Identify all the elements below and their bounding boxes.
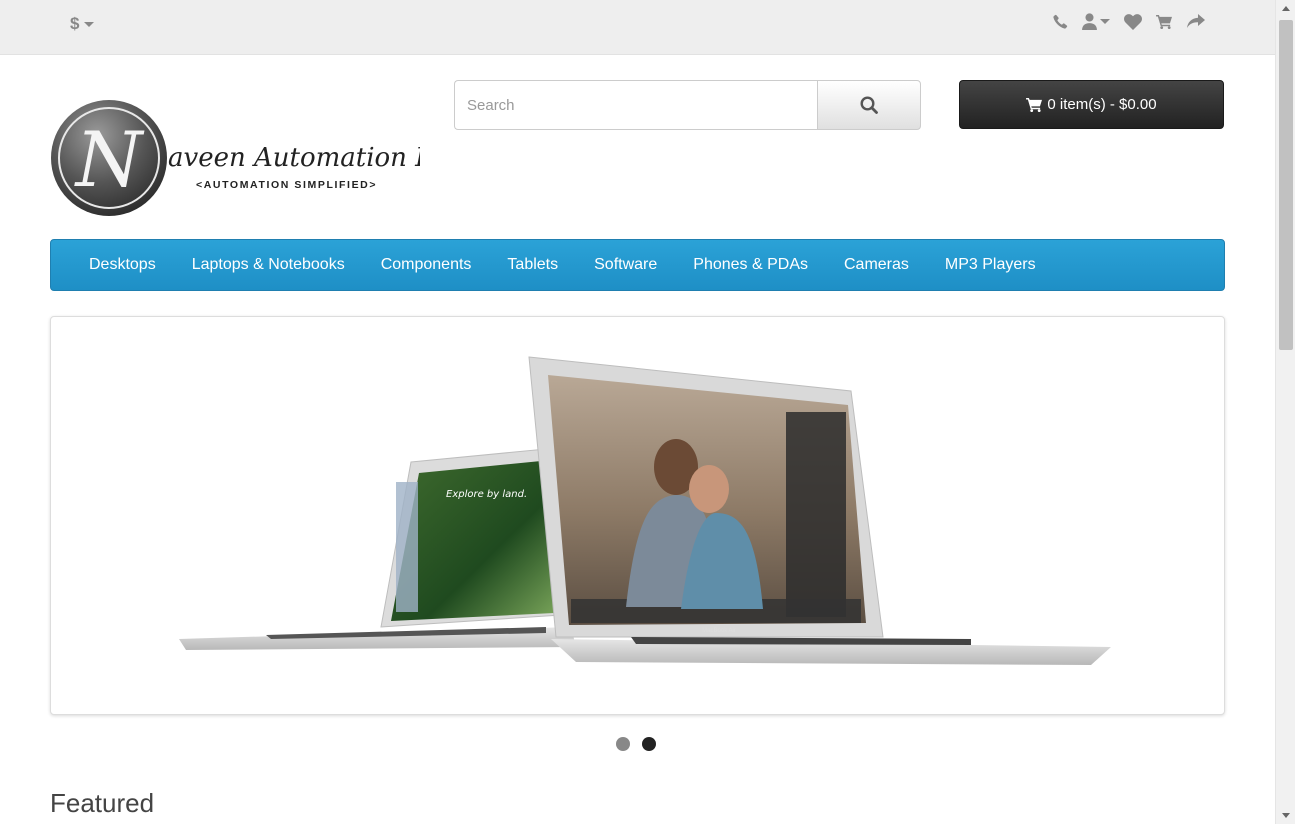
chevron-down-icon bbox=[84, 21, 95, 27]
scroll-down-icon[interactable] bbox=[1282, 813, 1290, 818]
page-scrollbar[interactable] bbox=[1275, 0, 1295, 824]
phone-link[interactable] bbox=[1053, 14, 1068, 29]
search-icon bbox=[860, 96, 878, 114]
logo-letter: N bbox=[74, 115, 145, 204]
scroll-thumb[interactable] bbox=[1279, 20, 1293, 350]
search-input[interactable] bbox=[454, 80, 817, 130]
slide-dot-1[interactable] bbox=[616, 737, 630, 751]
menu-item-tablets[interactable]: Tablets bbox=[489, 256, 576, 274]
search-button[interactable] bbox=[817, 80, 921, 130]
account-dropdown[interactable] bbox=[1082, 13, 1110, 30]
menu-item-desktops[interactable]: Desktops bbox=[71, 256, 174, 274]
laptop-model-label: MacBook Air bbox=[702, 628, 736, 634]
slideshow-pagination bbox=[616, 737, 656, 751]
category-menu: Desktops Laptops & Notebooks Components … bbox=[50, 239, 1225, 291]
slideshow-banner[interactable]: Explore by land. MacBook Air bbox=[50, 316, 1225, 715]
user-icon bbox=[1082, 13, 1097, 30]
menu-item-phones-pdas[interactable]: Phones & PDAs bbox=[675, 256, 826, 274]
menu-item-mp3-players[interactable]: MP3 Players bbox=[927, 256, 1054, 274]
top-bar: $ bbox=[0, 0, 1275, 55]
menu-item-laptops-notebooks[interactable]: Laptops & Notebooks bbox=[174, 256, 363, 274]
currency-dropdown[interactable]: $ bbox=[70, 14, 95, 34]
checkout-link[interactable] bbox=[1187, 14, 1205, 29]
menu-item-cameras[interactable]: Cameras bbox=[826, 256, 927, 274]
top-links bbox=[1053, 13, 1205, 30]
cart-button[interactable]: 0 item(s) - $0.00 bbox=[959, 80, 1224, 129]
currency-symbol: $ bbox=[70, 14, 80, 33]
site-logo[interactable]: N aveen Automation Labs <AUTOMATION SIMP… bbox=[50, 98, 420, 220]
phone-icon bbox=[1053, 14, 1068, 29]
share-icon bbox=[1187, 14, 1205, 28]
featured-heading: Featured bbox=[50, 788, 155, 818]
slide-dot-2-active[interactable] bbox=[642, 737, 656, 751]
logo-text: aveen Automation Labs bbox=[168, 143, 420, 173]
chevron-down-icon bbox=[1100, 19, 1110, 24]
cart-total: 0 item(s) - $0.00 bbox=[1047, 96, 1157, 113]
logo-tagline: <AUTOMATION SIMPLIFIED> bbox=[196, 179, 377, 191]
wishlist-link[interactable] bbox=[1124, 13, 1142, 30]
menu-item-components[interactable]: Components bbox=[363, 256, 490, 274]
search-bar bbox=[454, 80, 921, 130]
scroll-up-icon[interactable] bbox=[1282, 6, 1290, 11]
cart-icon bbox=[1026, 97, 1043, 112]
shopping-cart-link[interactable] bbox=[1156, 14, 1173, 29]
menu-item-software[interactable]: Software bbox=[576, 256, 675, 274]
macbook-banner-image: Explore by land. MacBook Air bbox=[179, 356, 1111, 665]
heart-icon bbox=[1124, 13, 1142, 30]
cart-icon bbox=[1156, 14, 1172, 29]
screen-caption: Explore by land. bbox=[446, 489, 527, 500]
